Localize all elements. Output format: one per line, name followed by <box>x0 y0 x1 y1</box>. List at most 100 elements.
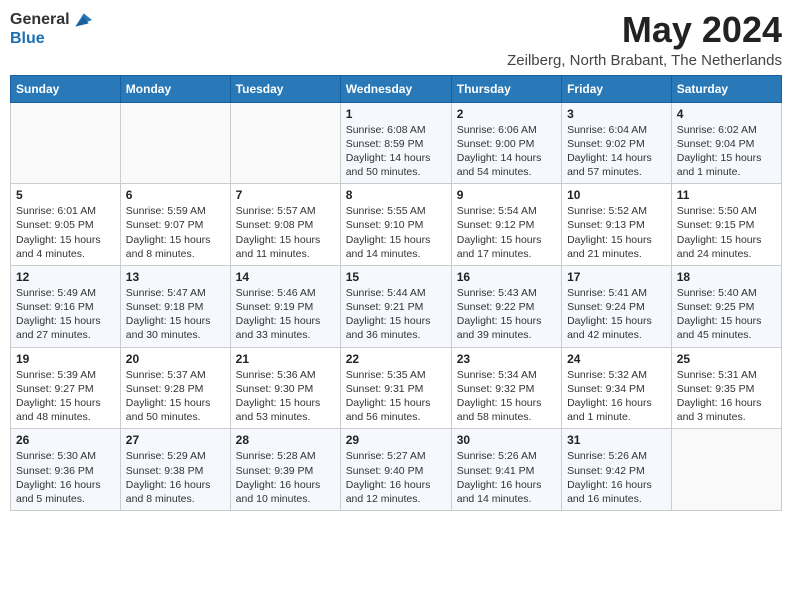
day-number: 11 <box>677 188 776 202</box>
weekday-header-saturday: Saturday <box>671 75 781 102</box>
day-info: Sunrise: 5:52 AMSunset: 9:13 PMDaylight:… <box>567 204 666 261</box>
calendar-cell: 23 Sunrise: 5:34 AMSunset: 9:32 PMDayligh… <box>451 347 561 429</box>
day-number: 21 <box>236 352 335 366</box>
day-info: Sunrise: 5:34 AMSunset: 9:32 PMDaylight:… <box>457 368 556 425</box>
day-info: Sunrise: 5:31 AMSunset: 9:35 PMDaylight:… <box>677 368 776 425</box>
calendar-cell: 8Sunrise: 5:55 AMSunset: 9:10 PMDaylight… <box>340 184 451 266</box>
day-number: 8 <box>346 188 446 202</box>
day-number: 25 <box>677 352 776 366</box>
location-text: Zeilberg, North Brabant, The Netherlands <box>507 52 782 69</box>
day-number: 19 <box>16 352 115 366</box>
day-info: Sunrise: 5:57 AMSunset: 9:08 PMDaylight:… <box>236 204 335 261</box>
day-info: Sunrise: 5:43 AMSunset: 9:22 PMDaylight:… <box>457 286 556 343</box>
calendar-week-5: 26Sunrise: 5:30 AMSunset: 9:36 PMDayligh… <box>11 429 782 511</box>
day-info: Sunrise: 6:01 AMSunset: 9:05 PMDaylight:… <box>16 204 115 261</box>
calendar-cell: 5 Sunrise: 6:01 AMSunset: 9:05 PMDaylight… <box>11 184 121 266</box>
calendar-cell <box>230 102 340 184</box>
day-number: 13 <box>126 270 225 284</box>
day-number: 24 <box>567 352 666 366</box>
calendar-cell: 13 Sunrise: 5:47 AMSunset: 9:18 PMDayligh… <box>120 265 230 347</box>
day-info: Sunrise: 5:50 AMSunset: 9:15 PMDaylight:… <box>677 204 776 261</box>
day-info: Sunrise: 6:02 AMSunset: 9:04 PMDaylight:… <box>677 123 776 180</box>
day-info: Sunrise: 6:04 AMSunset: 9:02 PMDaylight:… <box>567 123 666 180</box>
day-number: 5 <box>16 188 115 202</box>
calendar-cell: 18Sunrise: 5:40 AMSunset: 9:25 PMDayligh… <box>671 265 781 347</box>
calendar-cell: 14 Sunrise: 5:46 AMSunset: 9:19 PMDayligh… <box>230 265 340 347</box>
day-number: 27 <box>126 433 225 447</box>
calendar-cell: 11 Sunrise: 5:50 AMSunset: 9:15 PMDayligh… <box>671 184 781 266</box>
calendar-cell: 2 Sunrise: 6:06 AMSunset: 9:00 PMDaylight… <box>451 102 561 184</box>
calendar-cell <box>11 102 121 184</box>
day-number: 12 <box>16 270 115 284</box>
day-number: 30 <box>457 433 556 447</box>
calendar-cell: 27 Sunrise: 5:29 AMSunset: 9:38 PMDayligh… <box>120 429 230 511</box>
day-number: 15 <box>346 270 446 284</box>
day-info: Sunrise: 5:26 AMSunset: 9:42 PMDaylight:… <box>567 449 666 506</box>
calendar-cell: 6 Sunrise: 5:59 AMSunset: 9:07 PMDaylight… <box>120 184 230 266</box>
calendar-week-3: 12 Sunrise: 5:49 AMSunset: 9:16 PMDayligh… <box>11 265 782 347</box>
day-number: 10 <box>567 188 666 202</box>
day-info: Sunrise: 5:59 AMSunset: 9:07 PMDaylight:… <box>126 204 225 261</box>
calendar-cell: 17 Sunrise: 5:41 AMSunset: 9:24 PMDayligh… <box>562 265 672 347</box>
day-info: Sunrise: 5:35 AMSunset: 9:31 PMDaylight:… <box>346 368 446 425</box>
weekday-header-sunday: Sunday <box>11 75 121 102</box>
day-info: Sunrise: 5:28 AMSunset: 9:39 PMDaylight:… <box>236 449 335 506</box>
logo-blue-text: Blue <box>10 30 45 48</box>
calendar-cell: 22 Sunrise: 5:35 AMSunset: 9:31 PMDayligh… <box>340 347 451 429</box>
day-number: 17 <box>567 270 666 284</box>
day-info: Sunrise: 5:46 AMSunset: 9:19 PMDaylight:… <box>236 286 335 343</box>
day-number: 23 <box>457 352 556 366</box>
title-block: May 2024 Zeilberg, North Brabant, The Ne… <box>507 10 782 69</box>
calendar-cell: 7 Sunrise: 5:57 AMSunset: 9:08 PMDaylight… <box>230 184 340 266</box>
calendar-header: SundayMondayTuesdayWednesdayThursdayFrid… <box>11 75 782 102</box>
day-number: 6 <box>126 188 225 202</box>
calendar-table: SundayMondayTuesdayWednesdayThursdayFrid… <box>10 75 782 511</box>
logo-icon <box>72 10 92 30</box>
day-info: Sunrise: 5:32 AMSunset: 9:34 PMDaylight:… <box>567 368 666 425</box>
day-number: 2 <box>457 107 556 121</box>
calendar-cell <box>671 429 781 511</box>
day-info: Sunrise: 5:40 AMSunset: 9:25 PMDaylight:… <box>677 286 776 343</box>
calendar-cell: 15Sunrise: 5:44 AMSunset: 9:21 PMDayligh… <box>340 265 451 347</box>
day-number: 4 <box>677 107 776 121</box>
calendar-cell: 3 Sunrise: 6:04 AMSunset: 9:02 PMDaylight… <box>562 102 672 184</box>
day-info: Sunrise: 5:49 AMSunset: 9:16 PMDaylight:… <box>16 286 115 343</box>
day-number: 26 <box>16 433 115 447</box>
day-info: Sunrise: 5:36 AMSunset: 9:30 PMDaylight:… <box>236 368 335 425</box>
logo: General Blue <box>10 10 92 48</box>
day-info: Sunrise: 5:41 AMSunset: 9:24 PMDaylight:… <box>567 286 666 343</box>
weekday-header-tuesday: Tuesday <box>230 75 340 102</box>
day-number: 9 <box>457 188 556 202</box>
day-number: 14 <box>236 270 335 284</box>
weekday-header-thursday: Thursday <box>451 75 561 102</box>
calendar-week-1: 1Sunrise: 6:08 AMSunset: 8:59 PMDaylight… <box>11 102 782 184</box>
day-number: 7 <box>236 188 335 202</box>
weekday-header-monday: Monday <box>120 75 230 102</box>
calendar-cell: 25 Sunrise: 5:31 AMSunset: 9:35 PMDayligh… <box>671 347 781 429</box>
month-title: May 2024 <box>507 10 782 50</box>
day-info: Sunrise: 5:29 AMSunset: 9:38 PMDaylight:… <box>126 449 225 506</box>
calendar-cell: 10 Sunrise: 5:52 AMSunset: 9:13 PMDayligh… <box>562 184 672 266</box>
day-info: Sunrise: 5:54 AMSunset: 9:12 PMDaylight:… <box>457 204 556 261</box>
weekday-header-friday: Friday <box>562 75 672 102</box>
calendar-cell: 21 Sunrise: 5:36 AMSunset: 9:30 PMDayligh… <box>230 347 340 429</box>
day-info: Sunrise: 5:47 AMSunset: 9:18 PMDaylight:… <box>126 286 225 343</box>
calendar-cell <box>120 102 230 184</box>
calendar-cell: 9 Sunrise: 5:54 AMSunset: 9:12 PMDaylight… <box>451 184 561 266</box>
calendar-week-4: 19Sunrise: 5:39 AMSunset: 9:27 PMDayligh… <box>11 347 782 429</box>
weekday-header-wednesday: Wednesday <box>340 75 451 102</box>
day-info: Sunrise: 6:06 AMSunset: 9:00 PMDaylight:… <box>457 123 556 180</box>
calendar-week-2: 5 Sunrise: 6:01 AMSunset: 9:05 PMDaylight… <box>11 184 782 266</box>
page-header: General Blue May 2024 Zeilberg, North Br… <box>10 10 782 69</box>
day-info: Sunrise: 5:37 AMSunset: 9:28 PMDaylight:… <box>126 368 225 425</box>
day-number: 31 <box>567 433 666 447</box>
calendar-cell: 20Sunrise: 5:37 AMSunset: 9:28 PMDayligh… <box>120 347 230 429</box>
calendar-cell: 19Sunrise: 5:39 AMSunset: 9:27 PMDayligh… <box>11 347 121 429</box>
day-info: Sunrise: 5:26 AMSunset: 9:41 PMDaylight:… <box>457 449 556 506</box>
calendar-cell: 4 Sunrise: 6:02 AMSunset: 9:04 PMDaylight… <box>671 102 781 184</box>
day-number: 3 <box>567 107 666 121</box>
calendar-cell: 31 Sunrise: 5:26 AMSunset: 9:42 PMDayligh… <box>562 429 672 511</box>
calendar-cell: 24 Sunrise: 5:32 AMSunset: 9:34 PMDayligh… <box>562 347 672 429</box>
day-number: 22 <box>346 352 446 366</box>
calendar-cell: 16Sunrise: 5:43 AMSunset: 9:22 PMDayligh… <box>451 265 561 347</box>
